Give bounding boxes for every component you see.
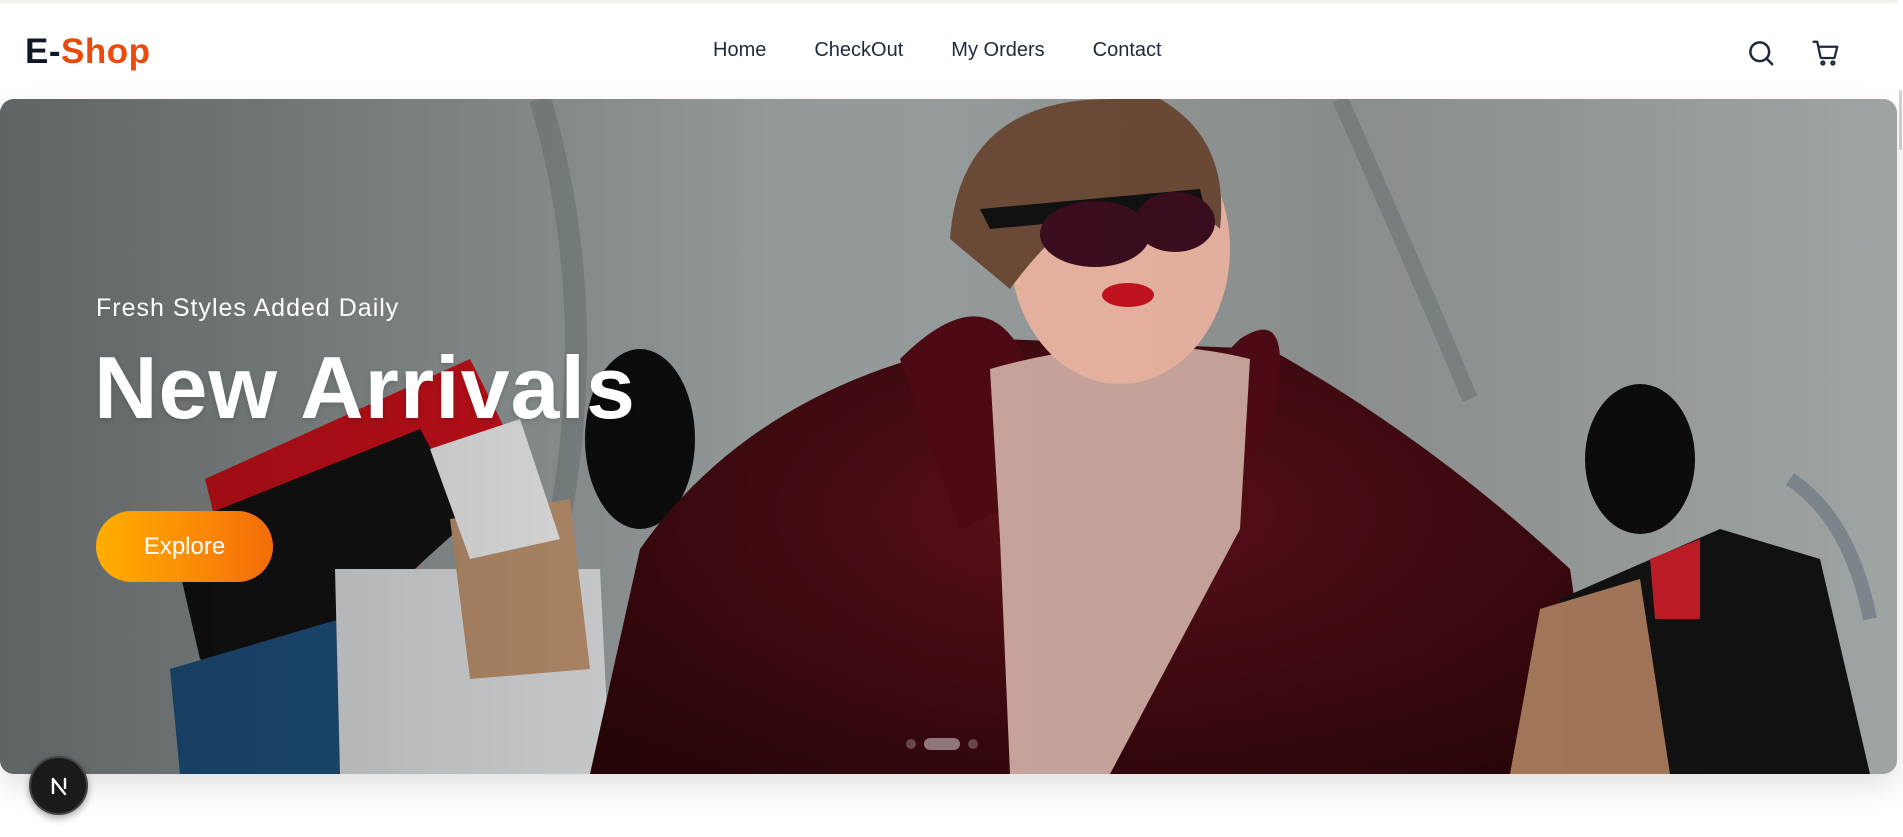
explore-button[interactable]: Explore: [96, 511, 273, 582]
hero-carousel: Fresh Styles Added Daily New Arrivals Ex…: [0, 99, 1897, 774]
carousel-pagination: [906, 738, 978, 750]
carousel-dot-2[interactable]: [924, 738, 960, 750]
brand-part1: E-: [25, 32, 61, 71]
nextjs-dev-badge[interactable]: [29, 756, 88, 815]
search-button[interactable]: [1745, 37, 1777, 69]
carousel-dot-1[interactable]: [906, 739, 916, 749]
page-scrollbar[interactable]: [1898, 0, 1903, 837]
cart-icon: [1812, 40, 1839, 66]
main-nav: Home CheckOut My Orders Contact: [713, 39, 1162, 62]
hero-title: New Arrivals: [94, 338, 636, 437]
nextjs-icon: [51, 777, 66, 795]
cart-button[interactable]: [1810, 37, 1842, 69]
nav-contact-link[interactable]: Contact: [1093, 39, 1162, 62]
navbar: E-Shop Home CheckOut My Orders Contact: [0, 3, 1898, 99]
nav-checkout-link[interactable]: CheckOut: [814, 39, 903, 62]
scrollbar-thumb[interactable]: [1899, 90, 1902, 150]
carousel-dot-3[interactable]: [968, 739, 978, 749]
search-icon: [1749, 41, 1774, 66]
nav-home-link[interactable]: Home: [713, 39, 766, 62]
brand-part2: Shop: [61, 32, 151, 71]
nav-my-orders-link[interactable]: My Orders: [951, 39, 1044, 62]
hero-subtitle: Fresh Styles Added Daily: [96, 294, 400, 322]
brand-logo[interactable]: E-Shop: [25, 32, 150, 72]
